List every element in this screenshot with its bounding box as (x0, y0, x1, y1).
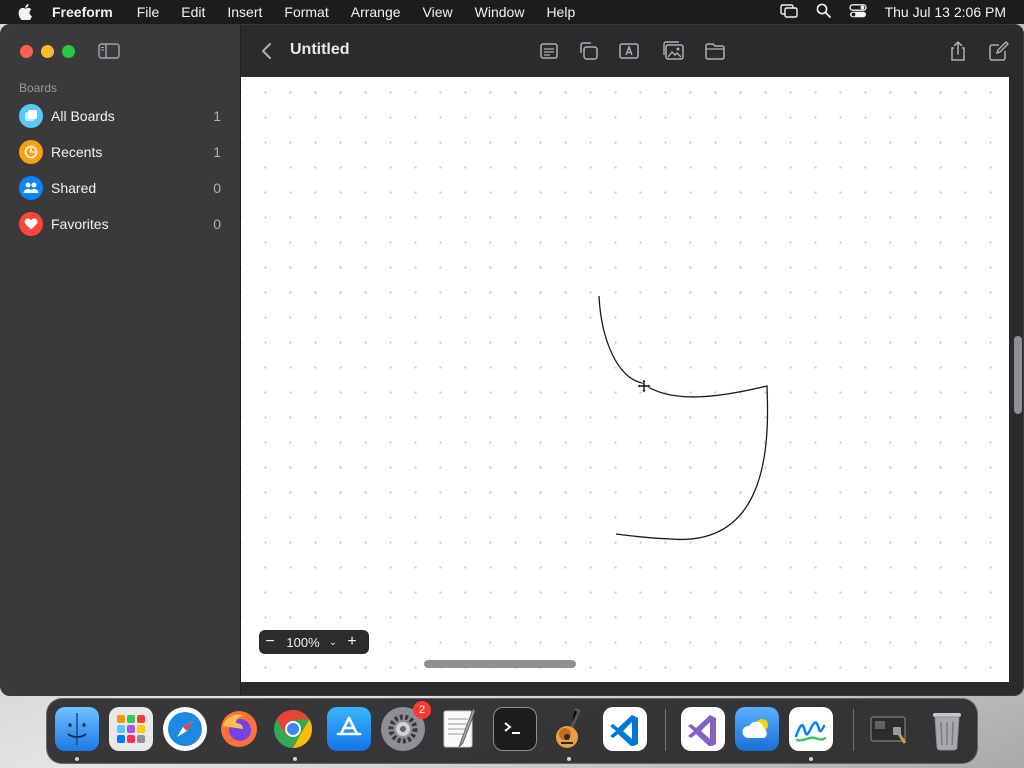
menu-help[interactable]: Help (546, 4, 575, 20)
running-indicator (567, 757, 571, 761)
chevron-down-icon[interactable]: ⌄ (325, 637, 341, 648)
launchpad-icon[interactable] (109, 707, 153, 751)
zoom-control: − 100% ⌄ + (259, 630, 369, 654)
share-icon[interactable] (948, 40, 972, 62)
menu-format[interactable]: Format (284, 4, 328, 20)
sidebar-item-count: 0 (213, 180, 221, 196)
menu-view[interactable]: View (423, 4, 453, 20)
minimize-window-button[interactable] (41, 45, 54, 58)
finder-icon[interactable] (55, 707, 99, 751)
zoom-window-button[interactable] (62, 45, 75, 58)
text-box-icon[interactable] (618, 40, 642, 62)
freeform-app-icon[interactable] (789, 707, 833, 751)
sidebar-item-count: 0 (213, 216, 221, 232)
sidebar-item-count: 1 (213, 108, 221, 124)
drawn-stroke[interactable] (241, 77, 1009, 682)
sidebar-item-label: Recents (51, 144, 103, 160)
system-settings-icon[interactable]: 2 (381, 701, 431, 751)
menu-edit[interactable]: Edit (181, 4, 205, 20)
folder-icon[interactable] (704, 40, 728, 62)
boards-section-label: Boards (19, 81, 58, 95)
sidebar-toggle-icon[interactable] (98, 43, 120, 59)
zoom-out-button[interactable]: − (259, 633, 281, 651)
settings-badge: 2 (413, 701, 431, 719)
toolbar: Untitled (242, 25, 1023, 77)
terminal-icon[interactable] (493, 707, 537, 751)
new-board-icon[interactable] (988, 40, 1012, 62)
media-icon[interactable] (662, 40, 686, 62)
people-icon (19, 176, 43, 200)
weather-icon[interactable] (735, 707, 779, 751)
clock-icon (19, 140, 43, 164)
horizontal-scrollbar[interactable] (424, 660, 576, 668)
garageband-icon[interactable] (547, 707, 591, 751)
sidebar: Boards All Boards 1 Recents 1 Shared 0 F… (1, 25, 241, 695)
spotlight-search-icon[interactable] (816, 3, 831, 21)
sidebar-item-label: Shared (51, 180, 97, 196)
sticky-note-icon[interactable] (538, 40, 562, 62)
board-canvas[interactable] (241, 77, 1009, 682)
sidebar-item-shared[interactable]: Shared 0 (15, 173, 227, 203)
sidebar-item-recents[interactable]: Recents 1 (15, 137, 227, 167)
visual-studio-icon[interactable] (681, 707, 725, 751)
board-title[interactable]: Untitled (290, 41, 350, 59)
menu-arrange[interactable]: Arrange (351, 4, 401, 20)
move-cursor-icon (636, 378, 652, 398)
running-indicator (293, 757, 297, 761)
chrome-icon[interactable] (271, 707, 315, 751)
close-window-button[interactable] (20, 45, 33, 58)
sidebar-item-label: All Boards (51, 108, 115, 124)
window-controls (20, 45, 75, 58)
control-center-icon[interactable] (848, 3, 867, 21)
zoom-in-button[interactable]: + (341, 633, 363, 651)
sidebar-item-favorites[interactable]: Favorites 0 (15, 209, 227, 239)
safari-icon[interactable] (163, 707, 207, 751)
dock-separator (853, 709, 854, 751)
menu-window[interactable]: Window (475, 4, 525, 20)
sidebar-item-all-boards[interactable]: All Boards 1 (15, 101, 227, 131)
boards-icon (19, 104, 43, 128)
running-indicator (75, 757, 79, 761)
screen-mirroring-icon[interactable] (779, 3, 798, 21)
zoom-level[interactable]: 100% (281, 635, 325, 650)
running-indicator (809, 757, 813, 761)
app-store-icon[interactable] (327, 707, 371, 751)
shapes-icon[interactable] (578, 40, 602, 62)
screenshot-folder-icon[interactable] (867, 707, 911, 751)
menu-bar: Freeform File Edit Insert Format Arrange… (0, 0, 1024, 24)
dock-separator (665, 709, 666, 751)
apple-icon[interactable] (18, 4, 38, 20)
back-chevron-icon[interactable] (260, 41, 274, 61)
textedit-icon[interactable] (437, 707, 481, 751)
menu-clock[interactable]: Thu Jul 13 2:06 PM (885, 4, 1006, 20)
vscode-icon[interactable] (603, 707, 647, 751)
sidebar-item-count: 1 (213, 144, 221, 160)
menu-file[interactable]: File (137, 4, 160, 20)
trash-icon[interactable] (925, 707, 969, 751)
menu-app-name[interactable]: Freeform (52, 4, 113, 20)
sidebar-item-label: Favorites (51, 216, 109, 232)
firefox-icon[interactable] (217, 707, 261, 751)
dock: 2 (46, 698, 978, 764)
menu-insert[interactable]: Insert (227, 4, 262, 20)
heart-icon (19, 212, 43, 236)
vertical-scrollbar[interactable] (1014, 336, 1022, 414)
